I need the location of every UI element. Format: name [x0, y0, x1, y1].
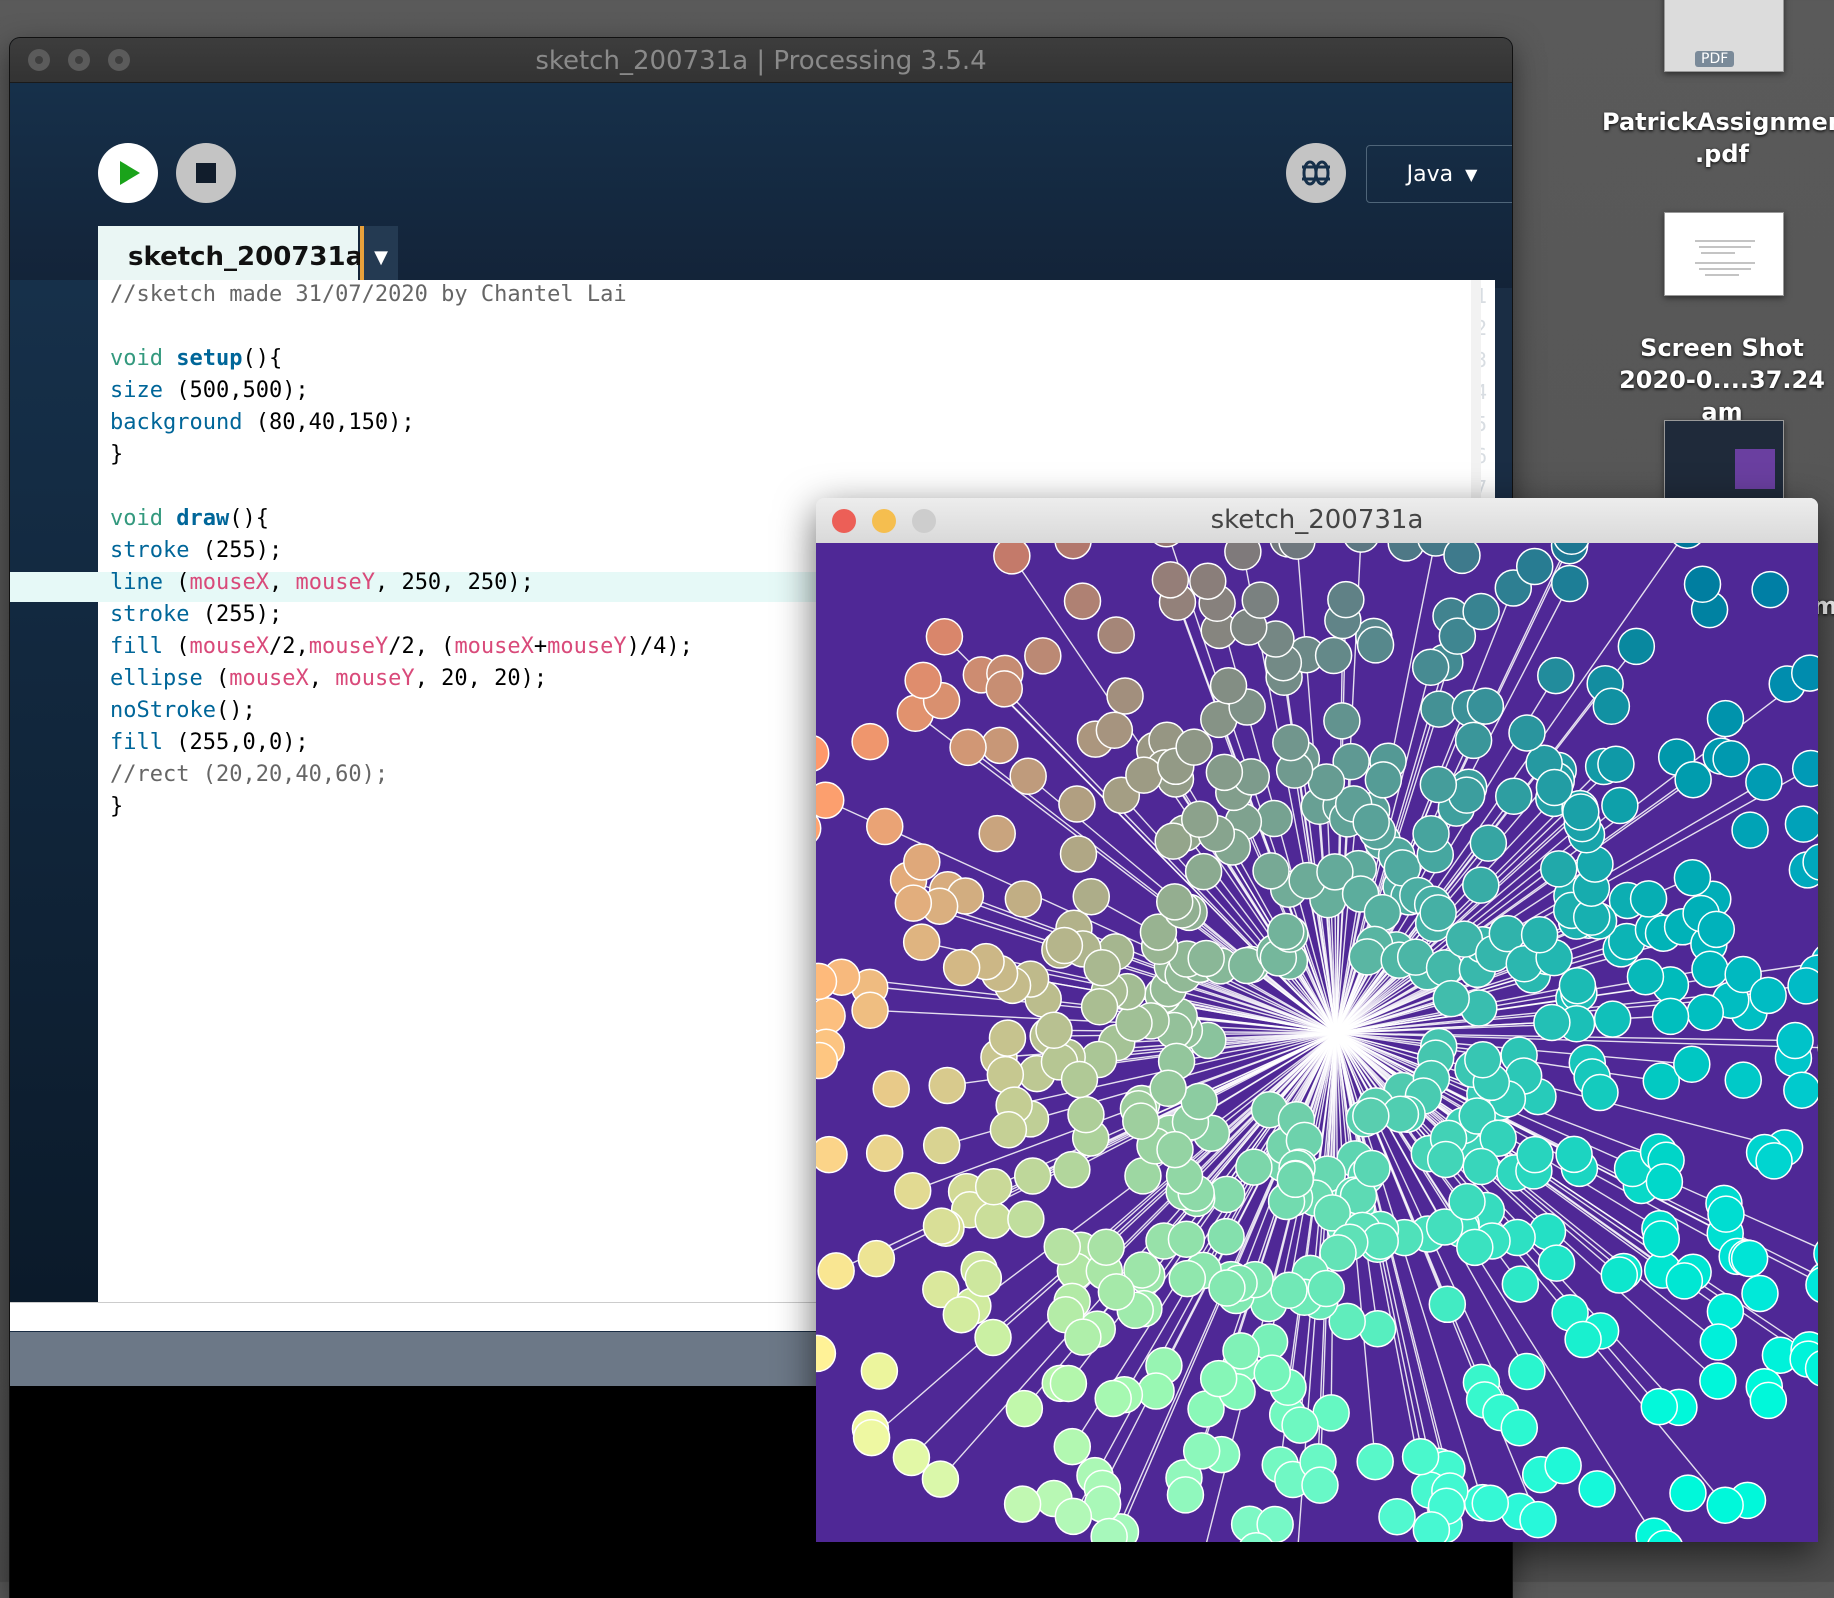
code-line[interactable]: void draw(){ [110, 506, 269, 531]
tab-menu-button[interactable]: ▼ [360, 226, 398, 288]
sketch-titlebar[interactable]: sketch_200731a [816, 498, 1818, 544]
tab-label: sketch_200731a [128, 242, 363, 272]
code-line[interactable]: line (mouseX, mouseY, 250, 250); [110, 570, 534, 595]
code-line[interactable]: stroke (255); [110, 538, 282, 563]
debugger-button[interactable] [1286, 143, 1346, 203]
stop-icon [194, 161, 218, 185]
desktop-file-pdf-label[interactable]: PatrickAssignment .pdf [1602, 106, 1834, 170]
code-line[interactable]: void setup(){ [110, 346, 282, 371]
screenshot-label-line1: Screen Shot [1602, 332, 1834, 364]
mode-label: Java [1407, 162, 1453, 187]
ide-title: sketch_200731a | Processing 3.5.4 [10, 46, 1512, 76]
sketch-output-window: sketch_200731a [816, 498, 1818, 1542]
code-line[interactable]: fill (255,0,0); [110, 730, 309, 755]
sketch-title: sketch_200731a [816, 505, 1818, 535]
thumbnail-preview-block [1735, 449, 1775, 489]
chevron-down-icon: ▼ [1465, 165, 1477, 184]
screenshot-thumbnail-2[interactable] [1664, 420, 1784, 502]
mode-selector[interactable]: Java ▼ [1366, 145, 1512, 203]
code-line[interactable]: stroke (255); [110, 602, 282, 627]
code-line[interactable]: background (80,40,150); [110, 410, 415, 435]
pdf-thumbnail[interactable]: PDF [1664, 0, 1784, 72]
pdf-badge: PDF [1695, 51, 1734, 67]
code-line[interactable]: //rect (20,20,40,60); [110, 762, 388, 787]
ide-toolbar: Java ▼ sketch_200731a ▼ [10, 83, 1512, 288]
debugger-icon [1298, 155, 1334, 191]
sketch-canvas[interactable] [816, 543, 1818, 1542]
code-line[interactable]: } [110, 794, 123, 819]
code-line[interactable]: } [110, 442, 123, 467]
line-number-gutter [10, 280, 98, 1302]
screenshot-label-line2: 2020-0....37.24 am [1602, 364, 1834, 428]
pdf-label-line1: PatrickAssignment [1602, 106, 1834, 138]
code-line[interactable]: //sketch made 31/07/2020 by Chantel Lai [110, 282, 627, 307]
code-line[interactable]: ellipse (mouseX, mouseY, 20, 20); [110, 666, 547, 691]
document-preview-icon [1665, 213, 1783, 295]
chevron-down-icon: ▼ [374, 247, 388, 268]
screenshot-thumbnail[interactable] [1664, 212, 1784, 296]
desktop-file-screenshot-label[interactable]: Screen Shot 2020-0....37.24 am [1602, 332, 1834, 428]
code-line[interactable]: noStroke(); [110, 698, 256, 723]
play-icon [113, 158, 143, 188]
tab-sketch[interactable]: sketch_200731a [98, 226, 358, 288]
ide-titlebar[interactable]: sketch_200731a | Processing 3.5.4 [10, 38, 1512, 83]
run-button[interactable] [98, 143, 158, 203]
stop-button[interactable] [176, 143, 236, 203]
code-line[interactable]: size (500,500); [110, 378, 309, 403]
pdf-label-line2: .pdf [1602, 138, 1834, 170]
code-line[interactable]: fill (mouseX/2,mouseY/2, (mouseX+mouseY)… [110, 634, 693, 659]
sketch-drawing [816, 543, 1818, 1542]
